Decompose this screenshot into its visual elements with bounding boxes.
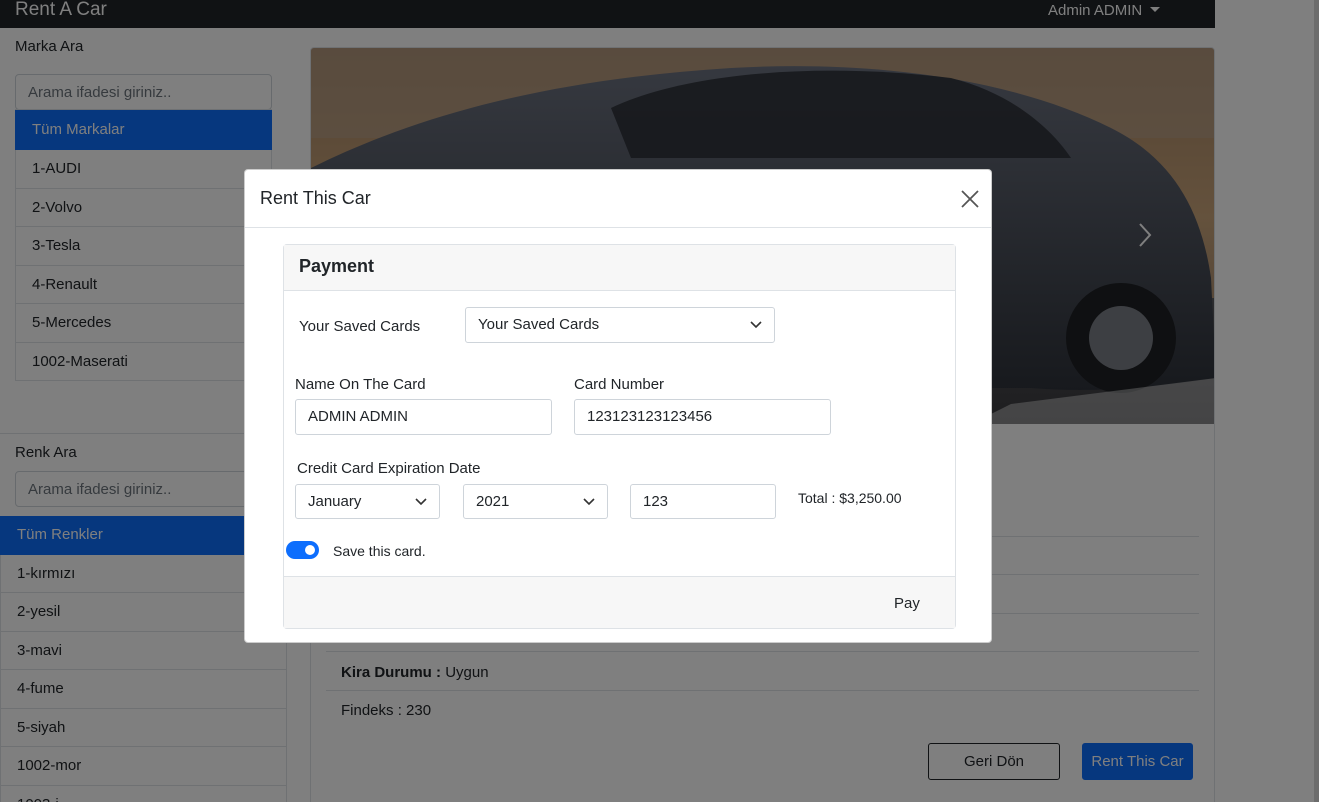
payment-header: Payment xyxy=(284,245,955,291)
saved-cards-value: Your Saved Cards xyxy=(478,316,600,333)
modal-header: Rent This Car xyxy=(245,170,991,228)
total-price: Total : $3,250.00 xyxy=(798,490,902,506)
saved-cards-label: Your Saved Cards xyxy=(299,318,421,335)
save-card-toggle[interactable] xyxy=(286,541,319,559)
modal-title: Rent This Car xyxy=(260,188,371,208)
name-on-card-input[interactable]: ADMIN ADMIN xyxy=(295,399,552,435)
chevron-down-icon xyxy=(415,498,427,506)
save-card-label: Save this card. xyxy=(333,543,426,559)
rent-modal: Rent This Car Payment Your Saved Cards Y… xyxy=(244,169,992,643)
toggle-knob xyxy=(305,545,315,555)
expiration-year-value: 2021 xyxy=(476,493,510,510)
expiration-year-select[interactable]: 2021 xyxy=(463,484,608,519)
pay-button[interactable]: Pay xyxy=(894,595,920,612)
expiration-month-value: January xyxy=(308,493,362,510)
expiration-month-select[interactable]: January xyxy=(295,484,440,519)
close-icon[interactable] xyxy=(959,188,981,210)
saved-cards-select[interactable]: Your Saved Cards xyxy=(465,307,775,343)
payment-footer: Pay xyxy=(284,576,955,628)
card-number-input[interactable]: 123123123123456 xyxy=(574,399,831,435)
cvv-input[interactable]: 123 xyxy=(630,484,776,519)
chevron-down-icon xyxy=(750,321,762,329)
chevron-down-icon xyxy=(583,498,595,506)
payment-title: Payment xyxy=(299,256,375,276)
card-number-label: Card Number xyxy=(574,376,665,393)
payment-card: Payment Your Saved Cards Your Saved Card… xyxy=(283,244,956,629)
name-on-card-label: Name On The Card xyxy=(295,376,426,393)
expiration-date-label: Credit Card Expiration Date xyxy=(297,460,481,477)
